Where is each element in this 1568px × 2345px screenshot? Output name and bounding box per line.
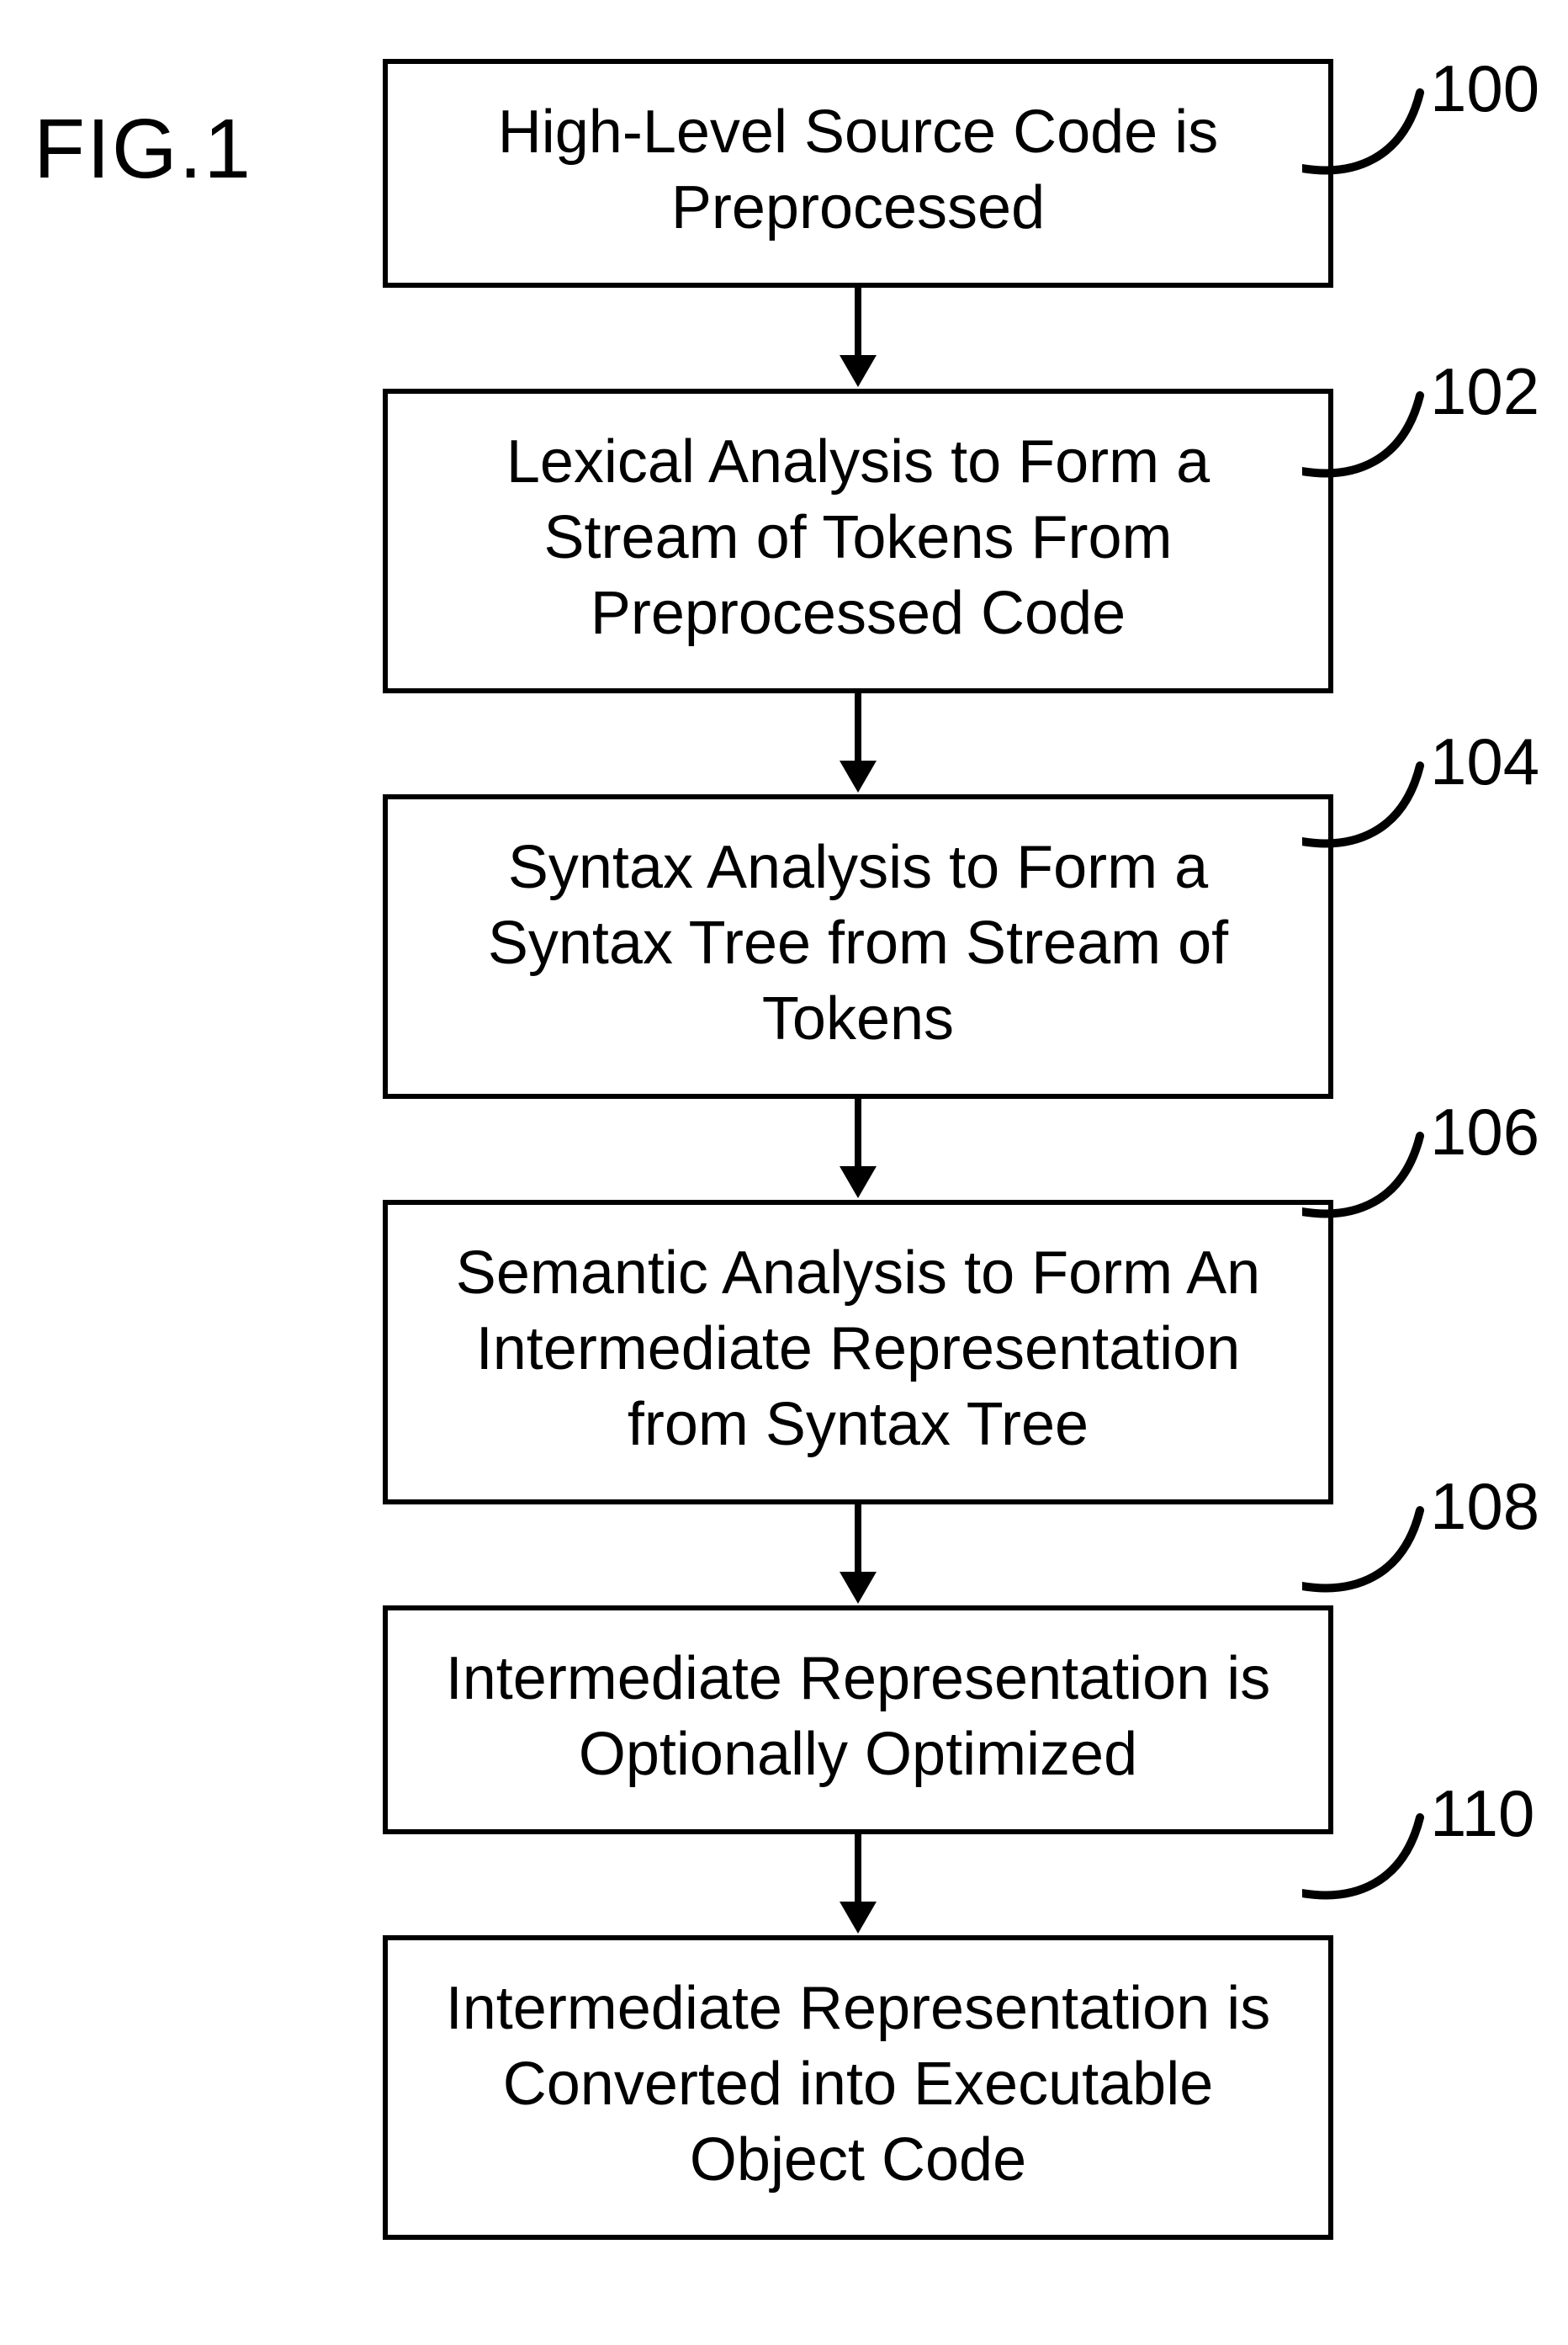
ref-label-104: 104 <box>1430 724 1539 800</box>
step-box-110: Intermediate Representation is Converted… <box>383 1935 1333 2240</box>
step-text: High-Level Source Code is Preprocessed <box>421 94 1295 246</box>
ref-label-110: 110 <box>1430 1775 1534 1852</box>
figure-canvas: FIG.1 High-Level Source Code is Preproce… <box>0 0 1568 2345</box>
arrow-down-icon <box>353 288 1363 389</box>
ref-label-108: 108 <box>1430 1468 1539 1545</box>
step-text: Lexical Analysis to Form a Stream of Tok… <box>506 428 1210 647</box>
step-text: Syntax Analysis to Form a Syntax Tree fr… <box>488 834 1228 1053</box>
step-box-104: Syntax Analysis to Form a Syntax Tree fr… <box>383 794 1333 1099</box>
flowchart-column: High-Level Source Code is Preprocessed L… <box>353 59 1363 2240</box>
step-text: Intermediate Representation is Converted… <box>446 1975 1271 2194</box>
step-box-102: Lexical Analysis to Form a Stream of Tok… <box>383 389 1333 693</box>
ref-label-106: 106 <box>1430 1094 1539 1170</box>
arrow-down-icon <box>353 1504 1363 1605</box>
step-box-106: Semantic Analysis to Form An Intermediat… <box>383 1200 1333 1504</box>
arrow-down-icon <box>353 1834 1363 1935</box>
step-text: Semantic Analysis to Form An Intermediat… <box>456 1239 1260 1458</box>
ref-label-100: 100 <box>1430 50 1539 127</box>
arrow-down-icon <box>353 1099 1363 1200</box>
ref-label-102: 102 <box>1430 353 1539 430</box>
step-box-100: High-Level Source Code is Preprocessed <box>383 59 1333 288</box>
figure-label: FIG.1 <box>34 101 252 198</box>
step-text: Intermediate Representation is Optionall… <box>421 1641 1295 1792</box>
step-box-108: Intermediate Representation is Optionall… <box>383 1605 1333 1834</box>
arrow-down-icon <box>353 693 1363 794</box>
